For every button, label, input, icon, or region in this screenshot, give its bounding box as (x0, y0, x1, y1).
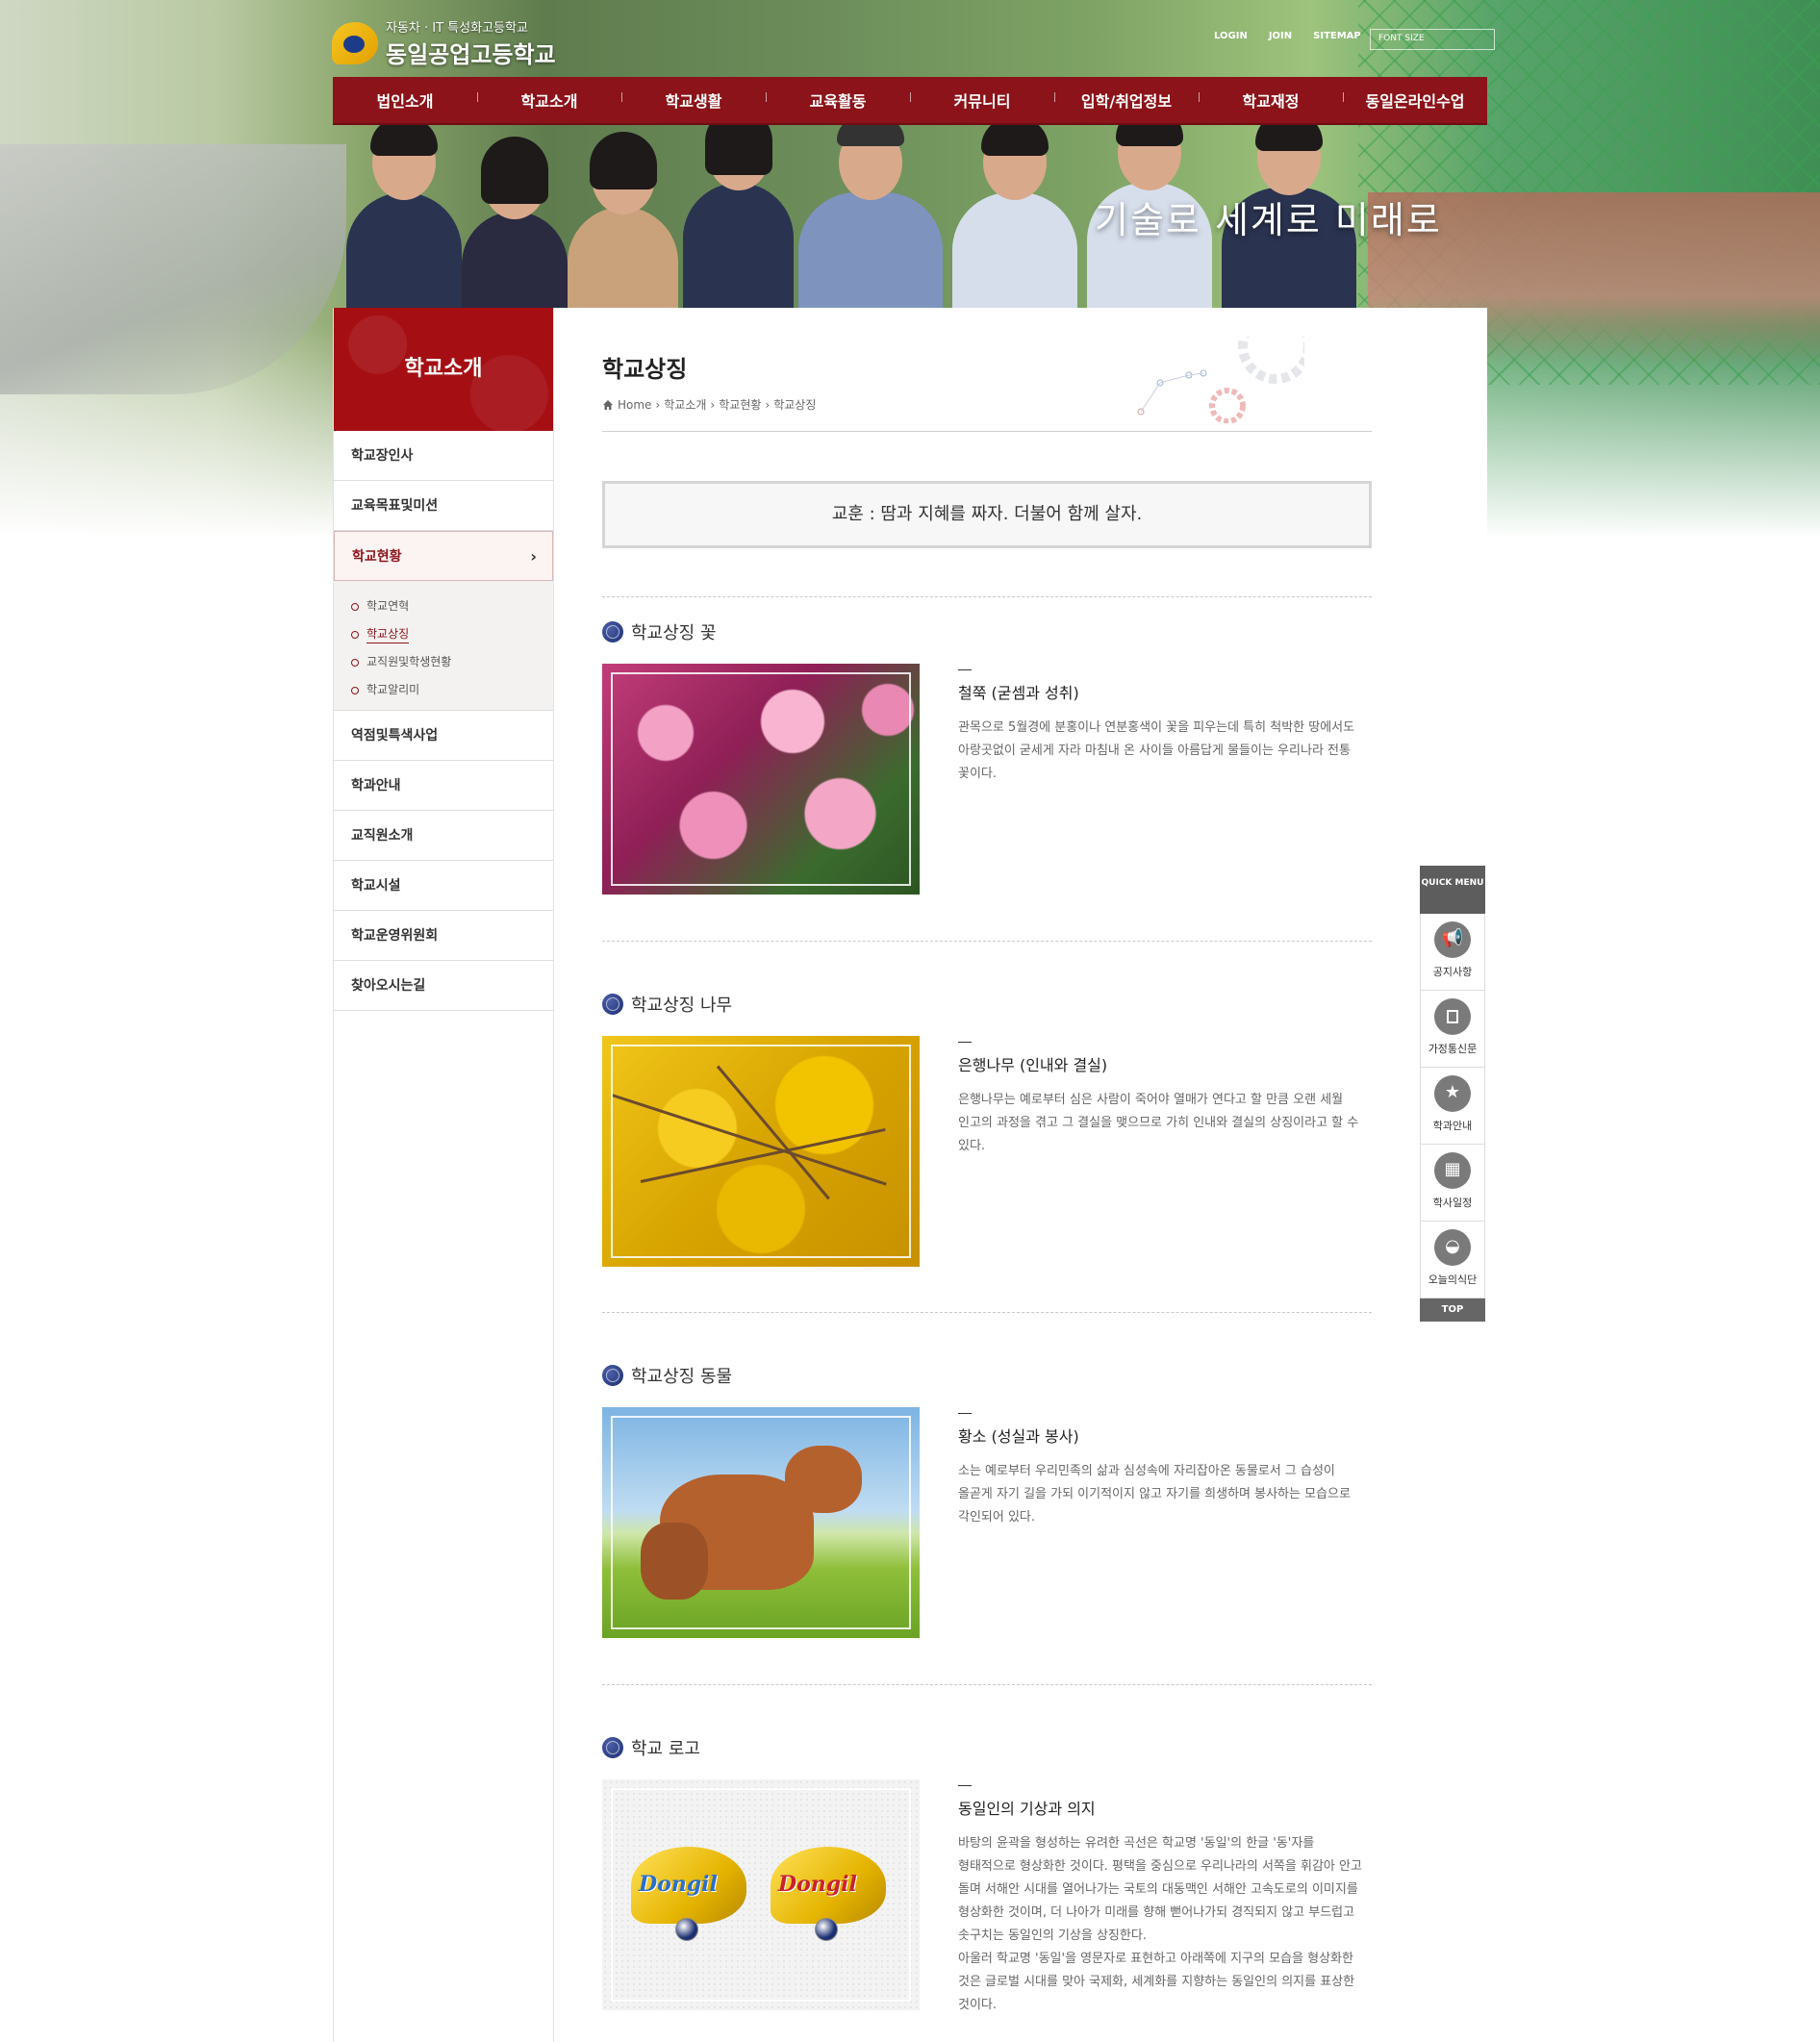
section-text-logo: 동일인의 기상과 의지 바탕의 윤곽을 형성하는 유려한 곡선은 학교명 '동일… (958, 1785, 1372, 2017)
school-emblem-icon (332, 22, 378, 64)
school-motto-box: 교훈 : 땀과 지혜를 짜자. 더불어 함께 살자. (602, 481, 1372, 548)
chevron-right-icon: › (530, 547, 537, 566)
chevron-right-icon: › (710, 397, 716, 412)
page-title: 학교상징 (602, 356, 688, 383)
logo-school-name: 동일공업고등학교 (386, 41, 556, 68)
section-title-animal: 학교상징 동물 (602, 1363, 732, 1388)
breadcrumb-home[interactable]: Home (618, 398, 651, 412)
chevron-right-icon: › (655, 397, 661, 412)
newspaper-icon (1434, 998, 1471, 1035)
gnb-item-online-class[interactable]: 동일온라인수업 (1343, 88, 1487, 112)
section-heading-logo: 동일인의 기상과 의지 (958, 1800, 1096, 1818)
calendar-icon: ▦ (1434, 1152, 1471, 1189)
lnb-sub-symbols[interactable]: 학교상징 (351, 620, 553, 648)
section-body-tree: 은행나무는 예로부터 심은 사람이 죽어야 열매가 연다고 할 만큼 오랜 세월… (958, 1093, 1359, 1153)
bull-image (602, 1407, 920, 1638)
quick-departments[interactable]: ★ 학과안내 (1420, 1068, 1485, 1145)
lnb-item-principal[interactable]: 학교장인사 (334, 431, 553, 481)
breadcrumb-current: 학교상징 (773, 398, 817, 412)
lnb-sub-history[interactable]: 학교연혁 (351, 592, 553, 620)
lnb-item-status[interactable]: 학교현황 › (334, 531, 553, 581)
logo-badge-red: Dongil (771, 1847, 886, 1943)
section-body-logo: 바탕의 윤곽을 형성하는 유려한 곡선은 학교명 '동일'의 한글 '동'자를 … (958, 1836, 1362, 1943)
lnb-item-committee[interactable]: 학교운영위원회 (334, 911, 553, 961)
quick-meal[interactable]: ◒ 오늘의식단 (1420, 1222, 1485, 1298)
globe-icon (602, 994, 623, 1015)
gnb-item-admission[interactable]: 입학/취업정보 (1054, 88, 1199, 112)
login-link[interactable]: LOGIN (1214, 31, 1248, 41)
section-heading-animal: 황소 (성실과 봉사) (958, 1427, 1079, 1446)
join-link[interactable]: JOIN (1269, 31, 1292, 41)
gnb-item-education[interactable]: 교육활동 (766, 88, 910, 112)
globe-icon (602, 1365, 623, 1386)
section-divider (602, 1684, 1372, 1685)
globe-icon (602, 1737, 623, 1758)
school-logo[interactable]: 자동차 · IT 특성화고등학교 동일공업고등학교 (332, 17, 556, 69)
title-divider (602, 431, 1372, 432)
ginkgo-image (602, 1036, 920, 1267)
breadcrumb-level-1[interactable]: 학교소개 (664, 396, 706, 413)
lnb-item-facilities[interactable]: 학교시설 (334, 861, 553, 911)
quick-notice[interactable]: 📢 공지사항 (1420, 914, 1485, 991)
section-divider (602, 1312, 1372, 1313)
quick-menu-header: QUICK MENU (1420, 866, 1485, 914)
section-heading-tree: 은행나무 (인내와 결실) (958, 1056, 1108, 1074)
lnb-item-status-label: 학교현황 (352, 549, 402, 565)
font-size-control[interactable]: FONT SIZE (1370, 29, 1495, 50)
local-nav: 학교소개 학교장인사 교육목표및미션 학교현황 › 학교연혁 학교상징 교직원및… (333, 308, 554, 2042)
section-title-flower: 학교상징 꽃 (602, 619, 717, 644)
school-logo-image: Dongil Dongil (602, 1779, 920, 2010)
lnb-submenu: 학교연혁 학교상징 교직원및학생현황 학교알리미 (334, 581, 553, 711)
section-body-flower: 관목으로 5월경에 분홍이나 연분홍색이 꽃을 피우는데 특히 척박한 땅에서도… (958, 720, 1355, 781)
azalea-image (602, 664, 920, 895)
gnb-item-community[interactable]: 커뮤니티 (910, 88, 1054, 112)
lnb-item-goals[interactable]: 교육목표및미션 (334, 481, 553, 531)
logo-subtitle: 자동차 · IT 특성화고등학교 (386, 21, 528, 36)
gnb-item-corporation[interactable]: 법인소개 (333, 88, 477, 112)
hero-walkway (0, 144, 346, 394)
section-text-flower: 철쭉 (굳셈과 성취) 관목으로 5월경에 분홍이나 연분홍색이 꽃을 피우는데… (958, 669, 1372, 786)
star-icon: ★ (1434, 1075, 1471, 1112)
lnb-sub-school-info[interactable]: 학교알리미 (351, 676, 553, 704)
lnb-title: 학교소개 (334, 308, 553, 431)
hero-slogan: 기술로 세계로 미래로 (1095, 199, 1442, 241)
gnb-item-school-life[interactable]: 학교생활 (621, 88, 766, 112)
lnb-item-staff[interactable]: 교직원소개 (334, 811, 553, 861)
chevron-right-icon: › (765, 397, 771, 412)
gear-decoration-icon (1137, 337, 1304, 423)
top-button[interactable]: TOP (1420, 1298, 1485, 1322)
gnb-item-finance[interactable]: 학교재정 (1199, 88, 1343, 112)
lnb-item-projects[interactable]: 역점및특색사업 (334, 711, 553, 761)
section-text-tree: 은행나무 (인내와 결실) 은행나무는 예로부터 심은 사람이 죽어야 열매가 … (958, 1042, 1372, 1158)
breadcrumb-level-2[interactable]: 학교현황 (719, 396, 761, 413)
section-divider (602, 941, 1372, 942)
meal-dish-icon: ◒ (1434, 1229, 1471, 1266)
quick-schedule[interactable]: ▦ 학사일정 (1420, 1145, 1485, 1222)
breadcrumb: Home › 학교소개 › 학교현황 › 학교상징 (602, 396, 816, 413)
content-container: 학교소개 학교장인사 교육목표및미션 학교현황 › 학교연혁 학교상징 교직원및… (333, 308, 1487, 2042)
globe-icon (602, 621, 623, 643)
utility-links: LOGIN JOIN SITEMAP (1214, 31, 1361, 41)
quick-menu: QUICK MENU 📢 공지사항 가정통신문 ★ 학과안내 ▦ 학사일정 ◒ … (1420, 866, 1485, 1322)
lnb-item-directions[interactable]: 찾아오시는길 (334, 961, 553, 1011)
section-title-tree: 학교상징 나무 (602, 992, 732, 1017)
logo-badge-blue: Dongil (631, 1847, 746, 1943)
section-title-logo: 학교 로고 (602, 1735, 700, 1760)
home-icon (603, 399, 613, 410)
section-body-animal: 소는 예로부터 우리민족의 삶과 심성속에 자리잡아온 동물로서 그 습성이 올… (958, 1464, 1351, 1525)
quick-newsletter[interactable]: 가정통신문 (1420, 991, 1485, 1068)
sitemap-link[interactable]: SITEMAP (1313, 31, 1361, 41)
section-heading-flower: 철쭉 (굳셈과 성취) (958, 684, 1079, 702)
lnb-sub-staff-students[interactable]: 교직원및학생현황 (351, 648, 553, 676)
section-text-animal: 황소 (성실과 봉사) 소는 예로부터 우리민족의 삶과 심성속에 자리잡아온 … (958, 1413, 1372, 1529)
section-body-logo-2: 아울러 학교명 '동일'을 영문자로 표현하고 아래쪽에 지구의 모습을 형상화… (958, 1952, 1355, 2012)
section-divider (602, 596, 1372, 597)
megaphone-icon: 📢 (1434, 921, 1471, 958)
lnb-item-departments[interactable]: 학과안내 (334, 761, 553, 811)
global-nav: 법인소개 학교소개 학교생활 교육활동 커뮤니티 입학/취업정보 학교재정 동일… (333, 77, 1487, 125)
gnb-item-school-intro[interactable]: 학교소개 (477, 88, 621, 112)
